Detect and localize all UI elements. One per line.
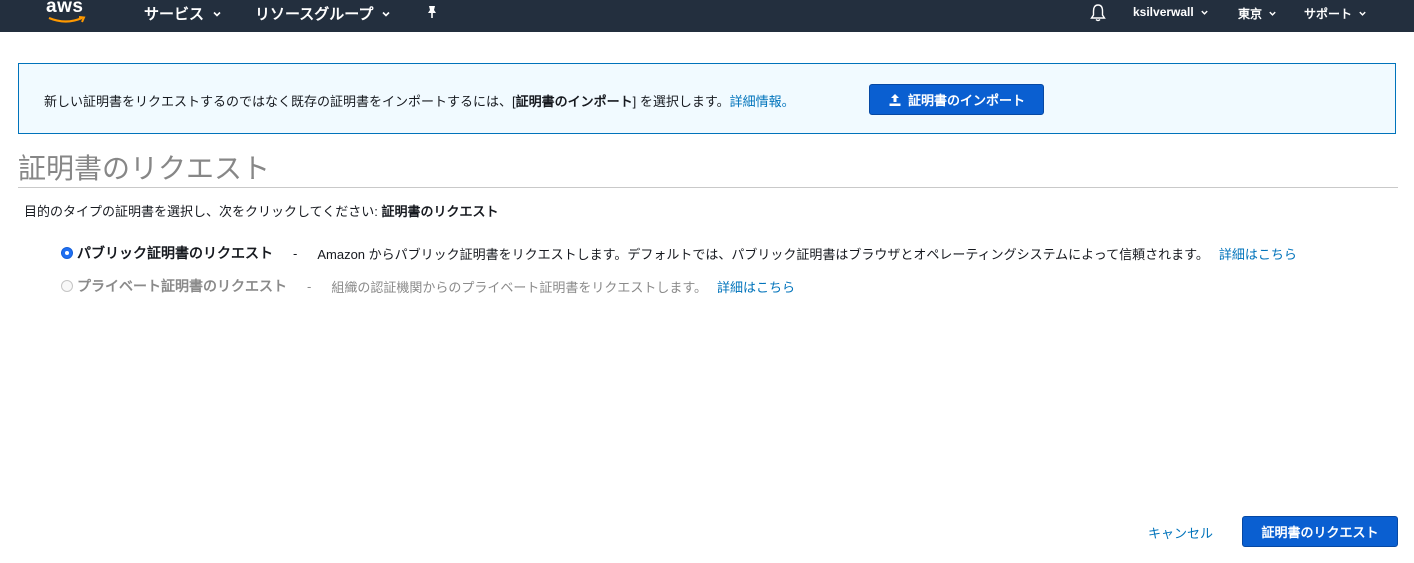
support-menu[interactable]: サポート bbox=[1304, 5, 1367, 22]
upload-icon bbox=[889, 93, 901, 106]
account-username: ksilverwall bbox=[1133, 5, 1194, 19]
private-certificate-description: 組織の認証機関からのプライベート証明書をリクエストします。 bbox=[331, 279, 708, 295]
chevron-down-icon bbox=[382, 11, 390, 17]
notifications-bell-icon[interactable] bbox=[1089, 3, 1107, 23]
public-certificate-radio[interactable] bbox=[61, 247, 73, 259]
public-certificate-learn-more-link[interactable]: 詳細はこちら bbox=[1219, 244, 1297, 263]
title-divider bbox=[18, 187, 1398, 188]
option-separator: - bbox=[293, 245, 298, 261]
private-certificate-radio bbox=[61, 280, 73, 292]
aws-logo-text: aws bbox=[46, 0, 84, 17]
public-certificate-description: Amazon からパブリック証明書をリクエストします。デフォルトでは、パブリック… bbox=[317, 246, 1209, 262]
services-menu-label: サービス bbox=[144, 6, 205, 23]
info-text-prefix: 新しい証明書をリクエストするのではなく既存の証明書をインポートするには、[ bbox=[44, 94, 516, 109]
chevron-down-icon bbox=[213, 11, 221, 17]
pin-icon[interactable] bbox=[424, 4, 440, 20]
services-menu[interactable]: サービス bbox=[144, 3, 222, 24]
private-certificate-option: プライベート証明書のリクエスト - 組織の認証機関からのプライベート証明書をリク… bbox=[61, 276, 795, 296]
aws-smile-icon bbox=[48, 16, 86, 23]
resource-groups-menu[interactable]: リソースグループ bbox=[255, 3, 391, 24]
region-label: 東京 bbox=[1238, 7, 1263, 21]
import-info-banner: 新しい証明書をリクエストするのではなく既存の証明書をインポートするには、[証明書… bbox=[18, 63, 1396, 134]
instructions-text: 目的のタイプの証明書を選択し、次をクリックしてください: 証明書のリクエスト bbox=[24, 201, 498, 220]
region-menu[interactable]: 東京 bbox=[1238, 5, 1277, 22]
option-separator: - bbox=[307, 278, 312, 294]
top-navigation-bar: aws サービス リソースグループ ksilverwall 東京 サポート bbox=[0, 0, 1414, 32]
private-certificate-learn-more-link[interactable]: 詳細はこちら bbox=[717, 277, 795, 296]
import-certificate-button-label: 証明書のインポート bbox=[907, 93, 1025, 108]
public-certificate-label: パブリック証明書のリクエスト bbox=[77, 245, 273, 261]
instructions-bold: 証明書のリクエスト bbox=[381, 204, 499, 219]
info-text-suffix: ] を選択します。 bbox=[632, 94, 730, 109]
chevron-down-icon bbox=[1201, 10, 1208, 15]
page-title: 証明書のリクエスト bbox=[18, 153, 271, 184]
import-info-text: 新しい証明書をリクエストするのではなく既存の証明書をインポートするには、[証明書… bbox=[44, 91, 795, 110]
private-certificate-label: プライベート証明書のリクエスト bbox=[77, 278, 287, 294]
more-info-link[interactable]: 詳細情報。 bbox=[730, 94, 795, 109]
support-label: サポート bbox=[1304, 7, 1353, 21]
aws-logo[interactable]: aws bbox=[46, 0, 92, 26]
import-certificate-button[interactable]: 証明書のインポート bbox=[869, 84, 1044, 115]
chevron-down-icon bbox=[1269, 11, 1276, 16]
instructions-prefix: 目的のタイプの証明書を選択し、次をクリックしてください: bbox=[24, 204, 382, 219]
resource-groups-menu-label: リソースグループ bbox=[255, 6, 374, 23]
account-menu[interactable]: ksilverwall bbox=[1133, 5, 1209, 19]
chevron-down-icon bbox=[1359, 11, 1366, 16]
public-certificate-option[interactable]: パブリック証明書のリクエスト - Amazon からパブリック証明書をリクエスト… bbox=[61, 243, 1297, 263]
info-text-bold: 証明書のインポート bbox=[515, 94, 633, 109]
cancel-button[interactable]: キャンセル bbox=[1148, 523, 1213, 542]
request-certificate-button[interactable]: 証明書のリクエスト bbox=[1242, 516, 1398, 547]
